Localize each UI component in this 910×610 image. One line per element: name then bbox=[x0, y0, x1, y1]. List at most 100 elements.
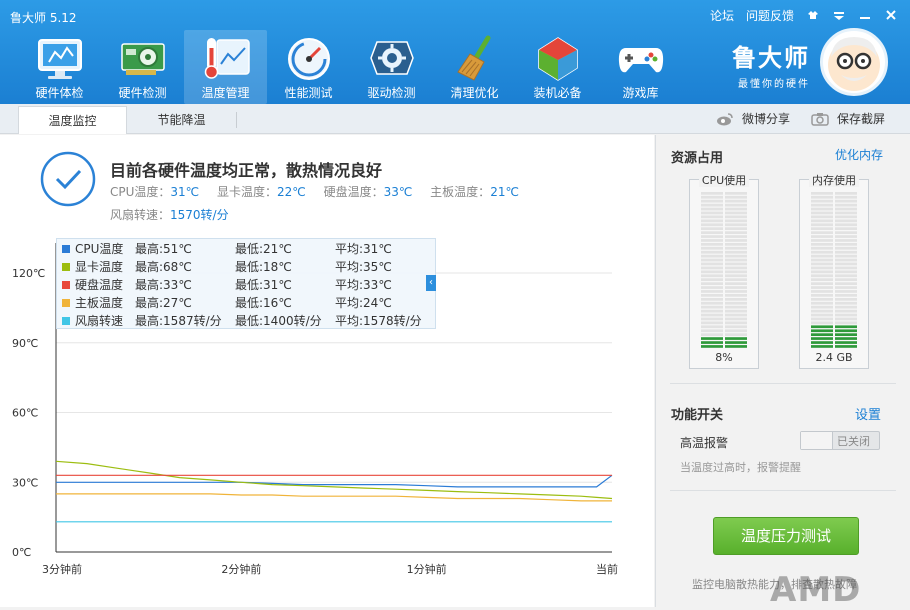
cpu-usage-value: 8% bbox=[715, 351, 733, 364]
meter-segment bbox=[701, 321, 723, 325]
meter-segment bbox=[701, 262, 723, 266]
nav-item-cleanup[interactable]: 清理优化 bbox=[433, 30, 516, 104]
meter-segment bbox=[725, 254, 747, 258]
brand: 鲁大师 最懂你的硬件 bbox=[732, 38, 810, 90]
meter-segment-filled bbox=[835, 333, 857, 336]
minimize-icon[interactable] bbox=[858, 9, 872, 23]
meter-segment bbox=[725, 298, 747, 301]
meter-segment bbox=[835, 211, 857, 215]
nav-label: 装机必备 bbox=[533, 86, 582, 100]
meter-segment bbox=[835, 223, 857, 227]
meter-segment bbox=[701, 274, 723, 278]
legend-collapse-button[interactable]: ‹ bbox=[426, 275, 436, 291]
cpu-usage-meter: CPU使用 8% bbox=[689, 174, 759, 369]
nav-item-games[interactable]: 游戏库 bbox=[599, 30, 682, 104]
meter-segment bbox=[701, 258, 723, 262]
temperature-chart-svg: 0℃ 30℃ 60℃ 90℃ 120℃ 3分钟前 2分钟前 1分钟前 当前 bbox=[12, 243, 618, 576]
meter-segment bbox=[725, 243, 747, 246]
nav-item-hardware-checkup[interactable]: 硬件体检 bbox=[18, 30, 101, 104]
weibo-icon bbox=[717, 112, 733, 125]
meter-segment bbox=[701, 192, 723, 195]
high-temp-alarm-toggle[interactable]: 已关闭 bbox=[800, 431, 880, 450]
meter-segment bbox=[725, 227, 747, 230]
meter-segment bbox=[701, 246, 723, 250]
menu-icon[interactable] bbox=[832, 9, 846, 23]
meter-segment bbox=[701, 294, 723, 297]
optimize-memory-link[interactable]: 优化内存 bbox=[835, 146, 883, 163]
meter-segment-filled bbox=[811, 329, 833, 333]
feedback-link[interactable]: 问题反馈 bbox=[746, 7, 794, 24]
skin-icon[interactable] bbox=[806, 9, 820, 23]
nav-item-driver[interactable]: 驱动检测 bbox=[350, 30, 433, 104]
nav-label: 驱动检测 bbox=[367, 86, 416, 100]
section-divider bbox=[670, 490, 896, 491]
tab-energy-saving[interactable]: 节能降温 bbox=[127, 106, 236, 134]
brand-name: 鲁大师 bbox=[732, 43, 810, 72]
forum-link[interactable]: 论坛 bbox=[710, 7, 734, 24]
meter-segment bbox=[725, 278, 747, 281]
save-screenshot-label: 保存截屏 bbox=[837, 112, 886, 126]
meter-segment bbox=[725, 258, 747, 262]
meter-segment bbox=[811, 219, 833, 223]
close-icon[interactable] bbox=[884, 9, 898, 23]
legend-name: 硬盘温度 bbox=[75, 278, 124, 292]
meter-segment bbox=[725, 223, 747, 227]
meter-segment bbox=[835, 313, 857, 317]
meter-segment bbox=[725, 286, 747, 289]
tab-temperature-monitor[interactable]: 温度监控 bbox=[18, 106, 127, 134]
brand-slogan: 最懂你的硬件 bbox=[738, 79, 810, 90]
meter-segment bbox=[701, 290, 723, 293]
meter-segment bbox=[725, 270, 747, 274]
nav-item-temperature[interactable]: 温度管理 bbox=[184, 30, 267, 104]
meter-segment bbox=[835, 243, 857, 246]
meter-segment bbox=[701, 329, 723, 333]
meter-segment bbox=[725, 274, 747, 278]
cpu-usage-bar bbox=[701, 192, 747, 348]
meter-segment bbox=[811, 278, 833, 281]
meter-segment bbox=[835, 250, 857, 254]
meter-segment-filled bbox=[811, 341, 833, 344]
meter-segment bbox=[835, 231, 857, 234]
meter-segment bbox=[835, 215, 857, 219]
settings-link[interactable]: 设置 bbox=[855, 404, 881, 423]
y-tick-label: 60℃ bbox=[12, 407, 38, 420]
y-tick-label: 90℃ bbox=[12, 337, 38, 350]
legend-row-gpu: 显卡温度 最高:68℃ 最低:18℃ 平均:35℃ bbox=[57, 258, 435, 276]
save-screenshot-button[interactable]: 保存截屏 bbox=[811, 110, 885, 127]
meter-segment bbox=[811, 317, 833, 321]
camera-icon bbox=[811, 112, 829, 126]
meter-segment-filled bbox=[725, 337, 747, 340]
meter-segment bbox=[835, 192, 857, 195]
legend-swatch bbox=[62, 263, 70, 271]
meter-segment bbox=[725, 321, 747, 325]
nav-item-hardware-detect[interactable]: 硬件检测 bbox=[101, 30, 184, 104]
meter-segment bbox=[701, 266, 723, 270]
memory-usage-meter: 内存使用 2.4 GB bbox=[799, 174, 869, 369]
nav-item-performance[interactable]: 性能测试 bbox=[267, 30, 350, 104]
nav-item-essentials[interactable]: 装机必备 bbox=[516, 30, 599, 104]
meter-segment bbox=[701, 223, 723, 227]
weibo-share-button[interactable]: 微博分享 bbox=[716, 110, 790, 127]
meter-segment bbox=[701, 203, 723, 207]
meter-segment-filled bbox=[835, 341, 857, 344]
meter-segment-filled bbox=[725, 345, 747, 348]
legend-row-board: 主板温度 最高:27℃ 最低:16℃ 平均:24℃ bbox=[57, 294, 435, 312]
legend-name: CPU温度 bbox=[75, 242, 124, 256]
meter-segment bbox=[811, 266, 833, 270]
graphics-card-icon bbox=[120, 43, 165, 75]
meter-segment bbox=[835, 235, 857, 238]
legend-min: 最低:16℃ bbox=[235, 296, 292, 310]
meter-segment bbox=[811, 294, 833, 297]
package-cube-icon bbox=[537, 37, 578, 81]
nav-label: 游戏库 bbox=[622, 86, 659, 100]
tab-divider bbox=[236, 112, 237, 128]
app-window: 鲁大师 5.12 论坛 问题反馈 硬件体检 硬件检测 温度管理 性能测试 驱动检… bbox=[0, 0, 910, 610]
meter-segment bbox=[811, 235, 833, 238]
meter-segment bbox=[725, 192, 747, 195]
temperature-panel: 目前各硬件温度均正常，散热情况良好 CPU温度：31℃ 显卡温度：22℃ 硬盘温… bbox=[0, 135, 654, 607]
toggle-knob bbox=[801, 432, 833, 449]
temperature-stress-test-button[interactable]: 温度压力测试 bbox=[713, 517, 859, 555]
cpu-usage-label: CPU使用 bbox=[698, 174, 750, 187]
meter-segment-filled bbox=[835, 345, 857, 348]
meter-segment bbox=[811, 207, 833, 211]
